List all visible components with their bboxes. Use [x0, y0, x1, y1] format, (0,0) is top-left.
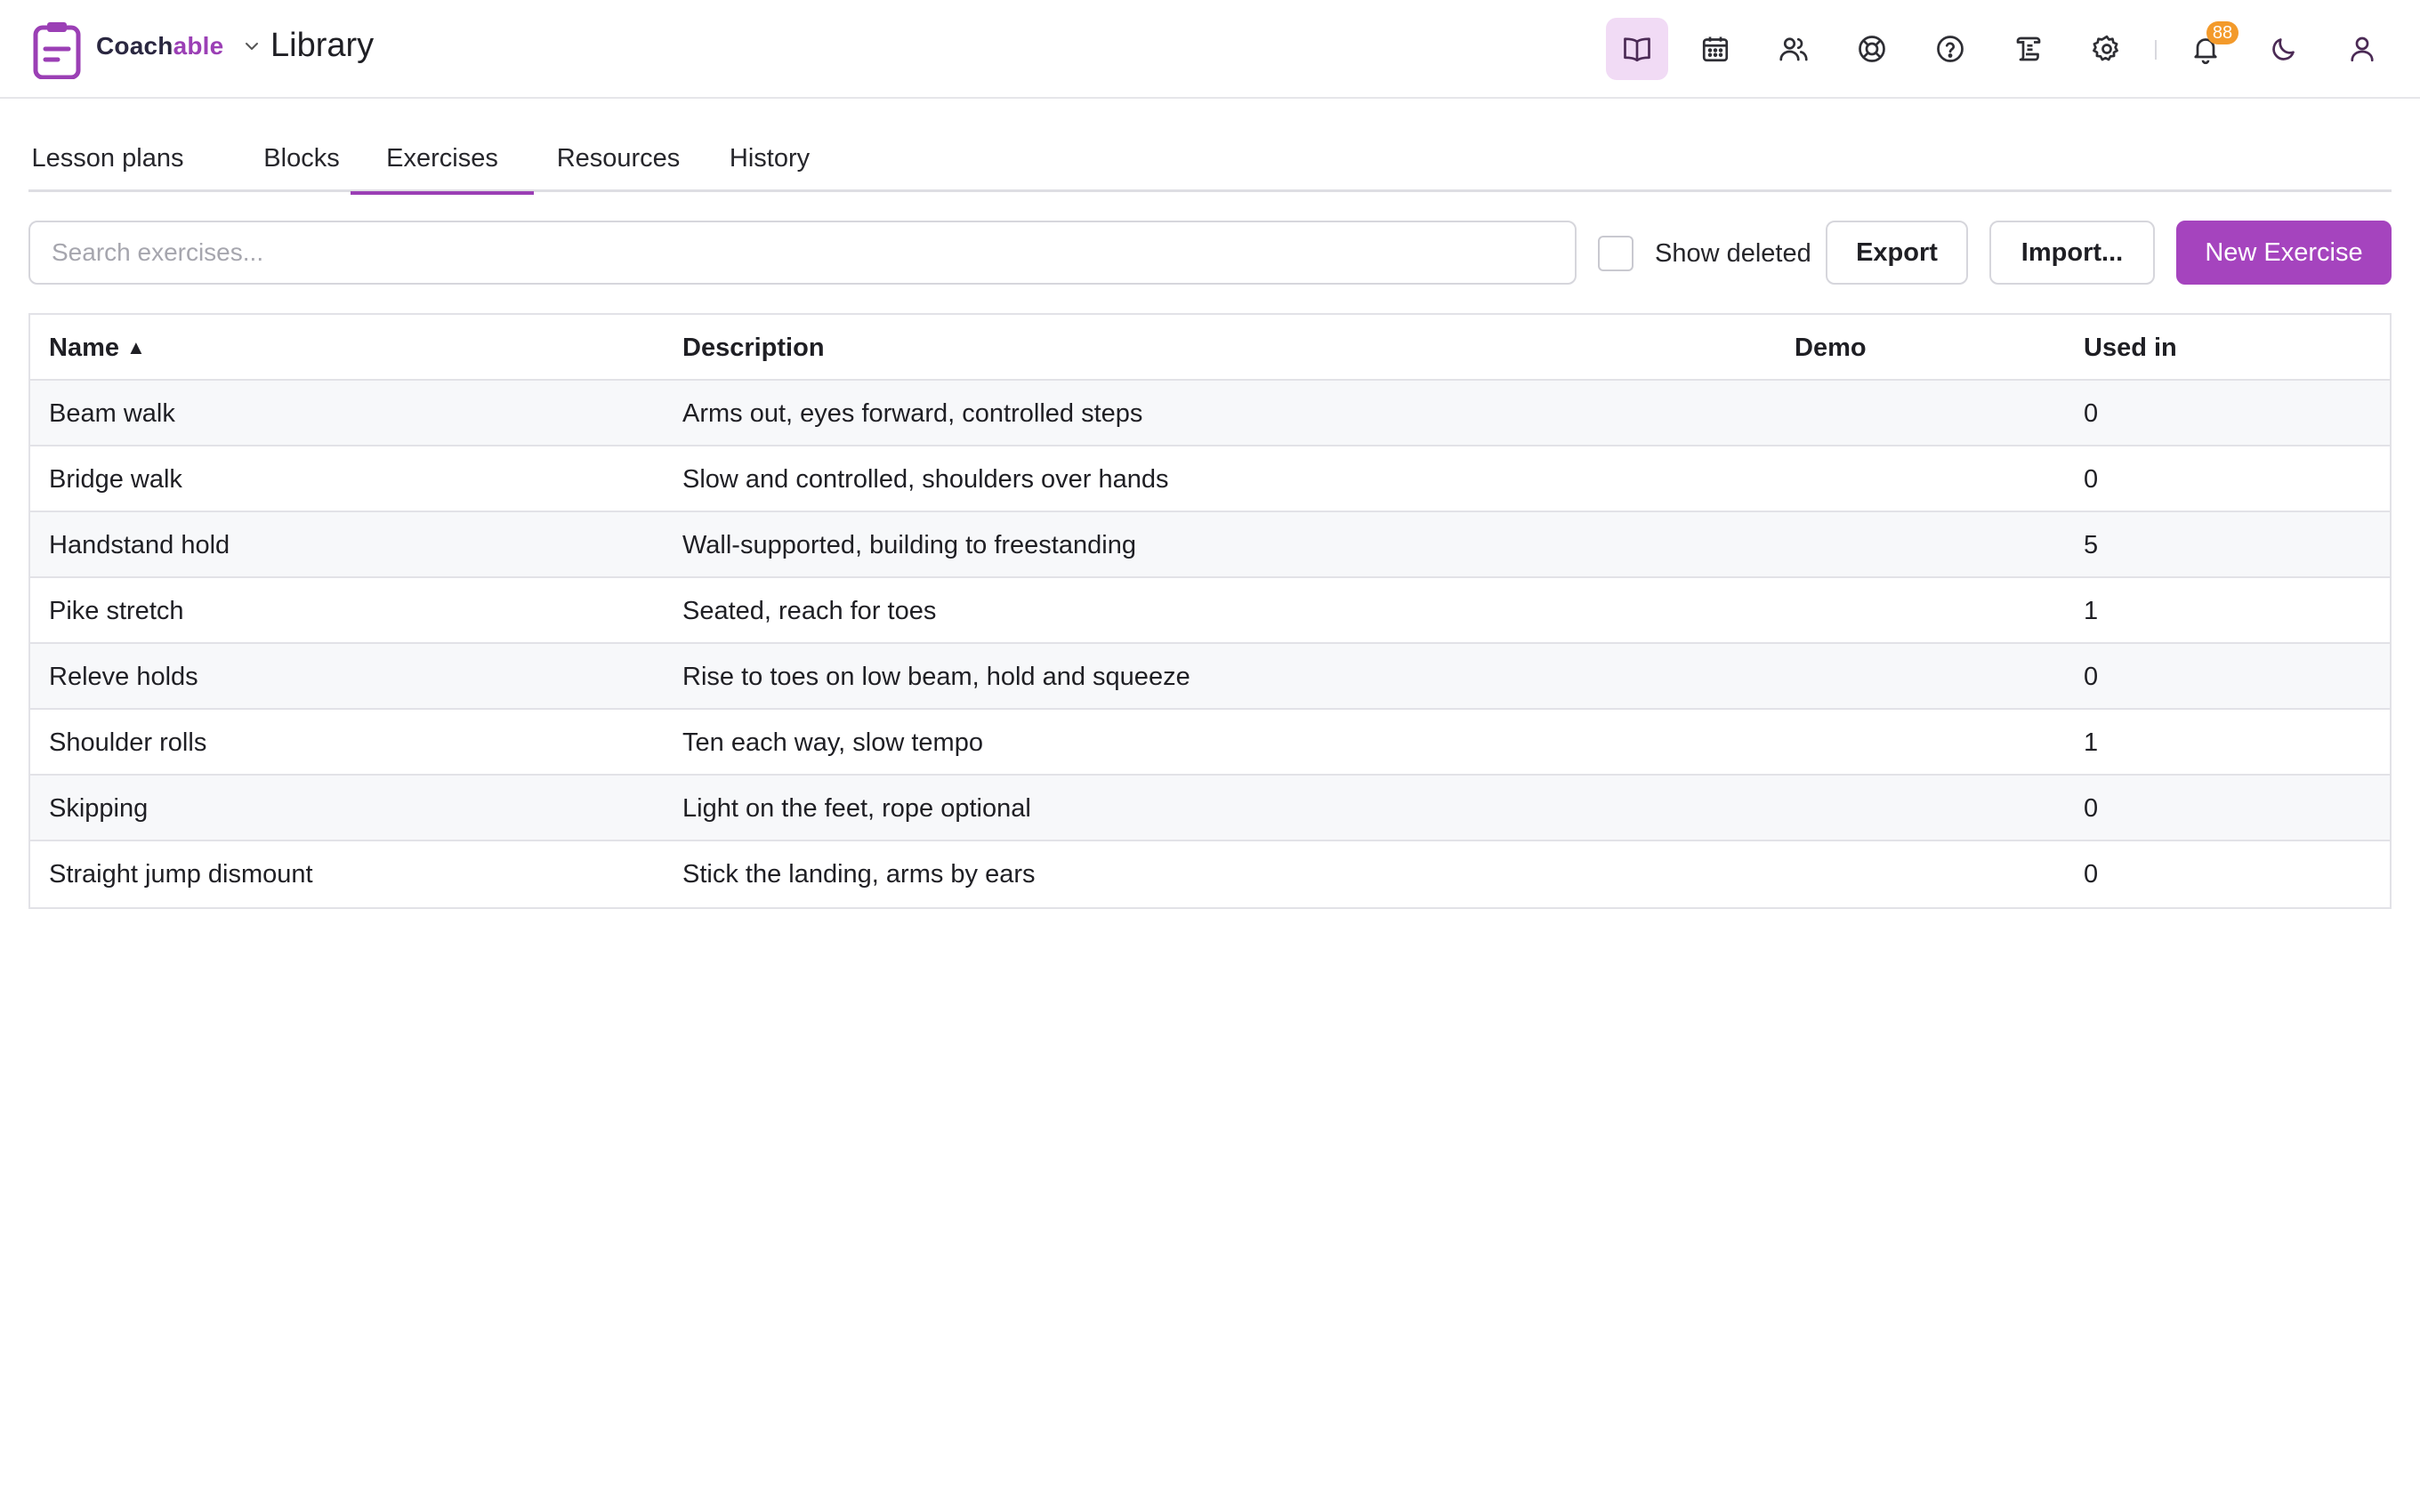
table-row[interactable]: Straight jump dismount Stick the landing…: [30, 841, 2390, 907]
search-input[interactable]: [28, 221, 1577, 285]
show-deleted-toggle[interactable]: Show deleted: [1598, 236, 1811, 271]
cell-name: Pike stretch: [49, 596, 184, 625]
header-divider: [2155, 40, 2157, 60]
import-button[interactable]: Import...: [1989, 221, 2155, 285]
clipboard-logo-icon[interactable]: [32, 20, 82, 79]
cell-used-in: 0: [2084, 662, 2099, 691]
cell-name: Straight jump dismount: [49, 859, 313, 889]
column-name-label: Name: [49, 333, 119, 362]
tab-exercises[interactable]: Exercises: [351, 133, 534, 195]
cell-description: Ten each way, slow tempo: [682, 728, 983, 757]
column-header-used-in[interactable]: Used in: [2084, 315, 2177, 381]
tab-lesson-plans[interactable]: Lesson plans: [28, 133, 187, 192]
support-nav-button[interactable]: [1841, 18, 1903, 80]
table-header-row: Name ▲ Description Demo Used in: [30, 315, 2390, 381]
cell-used-in: 1: [2084, 728, 2099, 757]
page-title: Library: [270, 27, 375, 64]
column-header-name[interactable]: Name ▲: [49, 315, 146, 381]
exercises-table: Name ▲ Description Demo Used in Beam wal…: [28, 313, 2392, 909]
cell-name: Releve holds: [49, 662, 198, 691]
cell-name: Bridge walk: [49, 464, 182, 494]
cell-used-in: 5: [2084, 530, 2099, 559]
show-deleted-label: Show deleted: [1655, 238, 1811, 268]
theme-toggle-button[interactable]: [2253, 18, 2315, 80]
table-row[interactable]: Pike stretch Seated, reach for toes 1: [30, 578, 2390, 644]
cell-description: Wall-supported, building to freestanding: [682, 530, 1136, 559]
cell-used-in: 0: [2084, 793, 2099, 823]
history-nav-button[interactable]: [1997, 18, 2060, 80]
tab-blocks[interactable]: Blocks: [246, 133, 358, 192]
table-row[interactable]: Bridge walk Slow and controlled, shoulde…: [30, 446, 2390, 512]
export-button[interactable]: Export: [1826, 221, 1968, 285]
cell-name: Handstand hold: [49, 530, 230, 559]
brand-name-part2: able: [173, 32, 224, 60]
settings-nav-button[interactable]: [2076, 18, 2138, 80]
cell-description: Arms out, eyes forward, controlled steps: [682, 398, 1143, 428]
app-header: Coachable Library 88: [0, 0, 2420, 99]
cell-description: Seated, reach for toes: [682, 596, 937, 625]
cell-used-in: 0: [2084, 398, 2099, 428]
gear-icon: [2093, 35, 2118, 61]
calendar-nav-button[interactable]: [1684, 18, 1746, 80]
tab-history[interactable]: History: [694, 133, 845, 192]
scroll-icon: [2016, 36, 2041, 61]
table-row[interactable]: Releve holds Rise to toes on low beam, h…: [30, 644, 2390, 710]
calendar-icon: [1702, 36, 1729, 62]
table-row[interactable]: Beam walk Arms out, eyes forward, contro…: [30, 381, 2390, 446]
cell-used-in: 1: [2084, 596, 2099, 625]
sort-ascending-icon: ▲: [126, 336, 146, 358]
help-nav-button[interactable]: [1919, 18, 1981, 80]
cell-used-in: 0: [2084, 464, 2099, 494]
show-deleted-checkbox[interactable]: [1598, 236, 1634, 271]
new-exercise-button[interactable]: New Exercise: [2176, 221, 2392, 285]
cell-description: Light on the feet, rope optional: [682, 793, 1031, 823]
library-nav-button[interactable]: [1606, 18, 1668, 80]
cell-name: Shoulder rolls: [49, 728, 207, 757]
cell-description: Slow and controlled, shoulders over hand…: [682, 464, 1169, 494]
users-icon: [1779, 37, 1808, 61]
table-row[interactable]: Handstand hold Wall-supported, building …: [30, 512, 2390, 578]
cell-description: Rise to toes on low beam, hold and squee…: [682, 662, 1190, 691]
people-nav-button[interactable]: [1763, 18, 1825, 80]
cell-description: Stick the landing, arms by ears: [682, 859, 1036, 889]
cell-used-in: 0: [2084, 859, 2099, 889]
notifications-button[interactable]: 88: [2174, 18, 2238, 80]
notification-count-badge: 88: [2206, 21, 2238, 44]
workspace-switcher[interactable]: Coachable: [96, 32, 261, 60]
table-row[interactable]: Shoulder rolls Ten each way, slow tempo …: [30, 710, 2390, 776]
help-icon: [1937, 36, 1964, 62]
library-icon: [1624, 37, 1650, 62]
cell-name: Skipping: [49, 793, 149, 823]
tab-resources[interactable]: Resources: [534, 133, 703, 192]
column-header-description[interactable]: Description: [682, 315, 825, 381]
user-icon: [2351, 36, 2374, 62]
account-button[interactable]: [2331, 18, 2393, 80]
lifebuoy-icon: [1859, 36, 1885, 62]
table-row[interactable]: Skipping Light on the feet, rope optiona…: [30, 776, 2390, 841]
column-header-demo[interactable]: Demo: [1795, 315, 1867, 381]
library-tabs: Lesson plans Blocks Exercises Resources …: [28, 133, 2392, 195]
chevron-down-icon: [246, 43, 259, 50]
brand-name-part1: Coach: [96, 32, 173, 60]
cell-name: Beam walk: [49, 398, 175, 428]
moon-icon: [2272, 38, 2295, 60]
